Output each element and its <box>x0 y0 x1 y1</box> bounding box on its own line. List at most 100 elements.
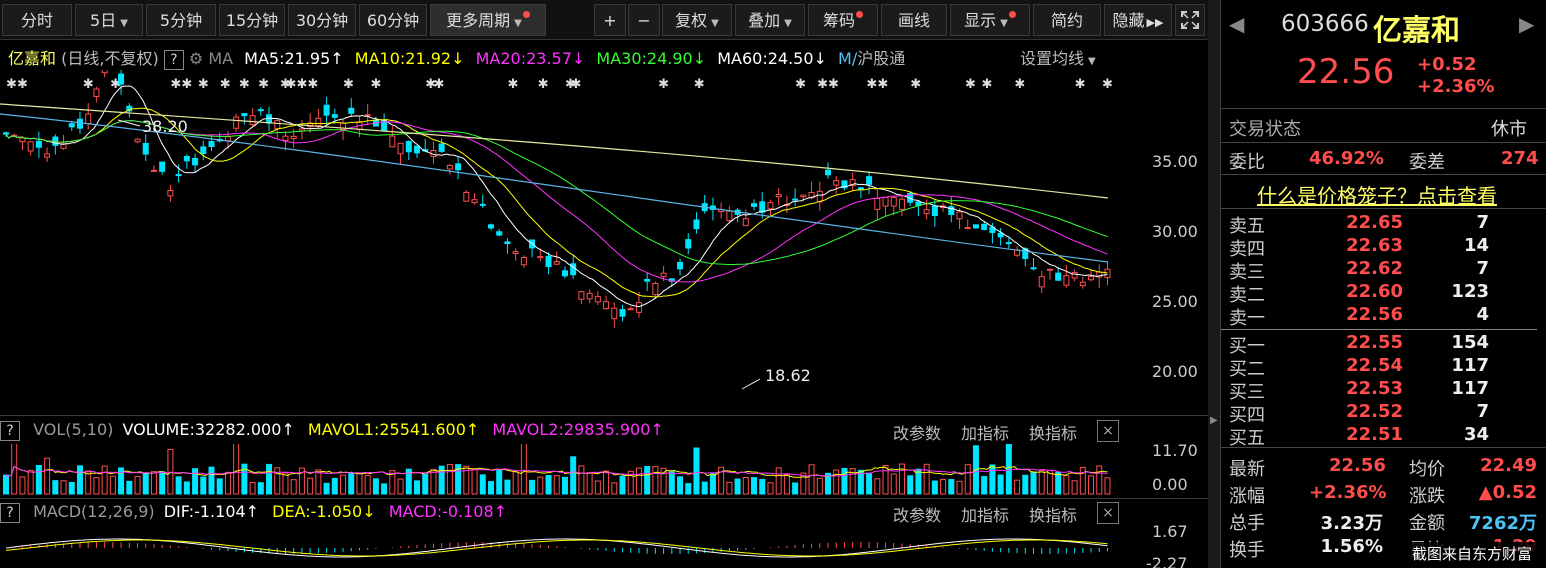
volume-bar <box>668 471 675 495</box>
period-more-button[interactable]: 更多周期 ▼ <box>430 4 546 36</box>
period-60min-button[interactable]: 60分钟 <box>359 4 427 36</box>
volume-bar <box>931 480 938 495</box>
macd-add-indicator-button[interactable]: 加指标 <box>961 502 1009 526</box>
volume-bar <box>241 463 248 495</box>
ask-volume: 7 <box>1476 258 1489 279</box>
volume-bar <box>545 475 552 495</box>
panel-divider <box>0 498 1208 499</box>
event-star-icon: ✱ <box>170 77 181 92</box>
help-button[interactable]: ? <box>0 503 20 523</box>
candle-body <box>603 301 610 310</box>
candle-body <box>816 190 823 203</box>
period-intraday-button[interactable]: 分时 <box>2 4 72 36</box>
help-button[interactable]: ? <box>163 50 184 70</box>
draw-button[interactable]: 画线 <box>881 4 947 36</box>
macd-params-button[interactable]: 改参数 <box>893 502 941 526</box>
event-star-icon: ✱ <box>981 77 992 92</box>
simple-label: 简约 <box>1050 11 1083 30</box>
candle-body <box>792 198 799 201</box>
turnover-label: 换手 <box>1229 540 1265 561</box>
low-arrow <box>741 378 761 390</box>
candle-body <box>915 201 922 206</box>
chips-button[interactable]: 筹码 <box>808 4 878 36</box>
macd-swap-indicator-button[interactable]: 换指标 <box>1029 502 1077 526</box>
hsgt-label[interactable]: 沪股通 <box>857 49 905 68</box>
panel-splitter[interactable]: ▶ <box>1208 0 1220 568</box>
arrow-down-icon: ↓ <box>451 49 465 68</box>
volume-bar <box>397 478 404 495</box>
help-button[interactable]: ? <box>0 421 20 441</box>
candle-body <box>981 223 988 230</box>
display-label: 显示 <box>964 11 997 30</box>
candle-body <box>159 161 166 172</box>
trade-status-label: 交易状态 <box>1229 119 1301 140</box>
candle-body <box>35 140 42 148</box>
event-star-icon: ✱ <box>910 77 921 92</box>
period-5day-button[interactable]: 5日 ▼ <box>75 4 143 36</box>
candle-body <box>93 88 100 97</box>
macd-chart[interactable] <box>0 526 1208 568</box>
volume-bar <box>257 482 264 495</box>
volume-bar <box>701 481 708 495</box>
event-star-icon: ✱ <box>286 77 297 92</box>
event-star-icon: ✱ <box>307 77 318 92</box>
volume-bar <box>537 476 544 495</box>
volume-bar <box>19 476 26 495</box>
volume-chart[interactable] <box>0 444 1208 496</box>
event-star-icon: ✱ <box>220 77 231 92</box>
zoom-in-button[interactable]: + <box>594 4 626 36</box>
macd-close-button[interactable]: × <box>1097 502 1119 524</box>
candle-body <box>520 256 527 266</box>
trade-status-value: 休市 <box>1491 119 1527 140</box>
period-30min-button[interactable]: 30分钟 <box>288 4 356 36</box>
volume-close-button[interactable]: × <box>1097 420 1119 442</box>
volume-bar <box>693 447 700 495</box>
event-star-icon: ✱ <box>258 77 269 92</box>
candle-body <box>767 202 774 210</box>
volume-bar <box>175 476 182 495</box>
volume-tick-zero: 0.00 <box>1152 475 1188 494</box>
candle-body <box>496 231 503 236</box>
event-star-icon: ✱ <box>17 77 28 92</box>
arrow-down-icon: ↓ <box>813 49 827 68</box>
price-cage-link[interactable]: 什么是价格笼子？点击查看 <box>1257 180 1497 209</box>
macd-indicator-title: MACD(12,26,9) <box>33 502 155 521</box>
gear-icon[interactable]: ⚙ <box>189 49 203 68</box>
candle-body <box>414 145 420 154</box>
event-star-icon: ✱ <box>343 77 354 92</box>
candle-body <box>512 251 519 254</box>
candle-body <box>825 169 831 176</box>
collapse-arrow-icon[interactable]: ▶ <box>1210 415 1218 426</box>
candle-body <box>652 282 659 296</box>
set-ma-button[interactable]: 设置均线 ▼ <box>1020 45 1096 69</box>
volume-bar <box>948 479 955 495</box>
zoom-out-icon: − <box>637 11 651 30</box>
period-15min-button[interactable]: 15分钟 <box>219 4 285 36</box>
candle-body <box>1030 267 1037 270</box>
candle-body <box>619 309 626 317</box>
ma60-value: MA60:24.50 <box>717 49 814 68</box>
zoom-out-button[interactable]: − <box>628 4 660 36</box>
overlay-button[interactable]: 叠加 ▼ <box>735 4 805 36</box>
next-stock-button[interactable]: ▶ <box>1519 12 1534 36</box>
candle-body <box>167 189 174 197</box>
volume-params-button[interactable]: 改参数 <box>893 420 941 444</box>
volume-bar <box>11 444 18 495</box>
display-button[interactable]: 显示 ▼ <box>950 4 1030 36</box>
candle-body <box>833 180 840 186</box>
fullscreen-button[interactable] <box>1175 4 1205 36</box>
volume-swap-indicator-button[interactable]: 换指标 <box>1029 420 1077 444</box>
volume-bar <box>290 479 297 495</box>
hide-button[interactable]: 隐藏 ▶▶ <box>1104 4 1172 36</box>
volume-bar <box>561 476 568 495</box>
period-5min-button[interactable]: 5分钟 <box>146 4 216 36</box>
candle-body <box>586 292 593 300</box>
volume-bar <box>594 480 601 495</box>
simple-button[interactable]: 简约 <box>1033 4 1101 36</box>
prev-stock-button[interactable]: ◀ <box>1229 12 1244 36</box>
adjust-button[interactable]: 复权 ▼ <box>662 4 732 36</box>
macd-tick-max: 1.67 <box>1152 522 1188 541</box>
volume-add-indicator-button[interactable]: 加指标 <box>961 420 1009 444</box>
ask-price: 22.65 <box>1346 212 1403 233</box>
candle-body <box>233 116 240 129</box>
